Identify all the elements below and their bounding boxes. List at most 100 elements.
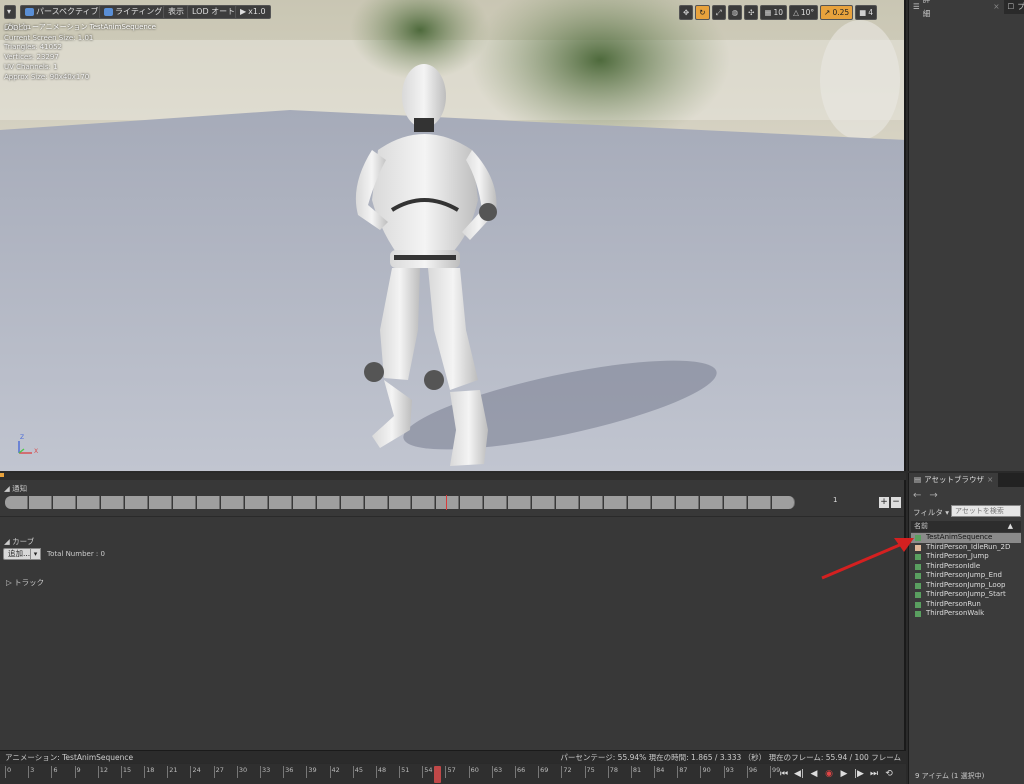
asset-list-item[interactable]: ThirdPersonJump_Loop — [911, 581, 1021, 591]
notify-track-segment[interactable] — [628, 496, 652, 509]
notify-track-segment[interactable] — [340, 496, 364, 509]
asset-browser-tab-label: アセットブラウザ — [924, 475, 984, 484]
back-arrow-icon[interactable]: ← — [913, 490, 921, 501]
rotation-snap-button[interactable]: △ 10° — [789, 5, 819, 20]
viewport-scene — [0, 0, 904, 471]
notify-track-segment[interactable] — [148, 496, 172, 509]
notify-track-segment[interactable] — [508, 496, 532, 509]
timeline-tick-mark — [260, 766, 261, 778]
notify-track-segment[interactable] — [700, 496, 724, 509]
notify-track-segment[interactable] — [388, 496, 412, 509]
notify-track-segment[interactable] — [172, 496, 196, 509]
scale-tool-button[interactable]: ⤢ — [711, 5, 726, 20]
add-curve-dropdown[interactable]: ▾ — [30, 548, 41, 560]
show-button[interactable]: 表示 — [163, 5, 189, 19]
asset-list-item[interactable]: ThirdPersonJump_Start — [911, 590, 1021, 600]
asset-browser-tabbar: ▤ アセットブラウザ × — [909, 473, 1024, 487]
scale-icon: ⤢ — [715, 8, 722, 17]
notify-track-segment[interactable] — [76, 496, 100, 509]
notify-track-segment[interactable] — [316, 496, 340, 509]
asset-list-item[interactable]: ThirdPersonJump_End — [911, 571, 1021, 581]
stat-triangles: Triangles: 41052 — [4, 43, 62, 52]
close-icon[interactable]: × — [993, 0, 999, 14]
asset-list-item[interactable]: ThirdPersonWalk — [911, 609, 1021, 619]
notify-track-segment[interactable] — [532, 496, 556, 509]
stat-uv-channels: UV Channels: 1 — [4, 62, 58, 71]
scale-snap-button[interactable]: ↗ 0.25 — [820, 5, 854, 20]
notify-track-segment[interactable] — [772, 496, 795, 509]
notify-section-header[interactable]: ◢ 通知 — [4, 483, 27, 494]
notify-track-segment[interactable] — [556, 496, 580, 509]
timeline-playhead[interactable] — [434, 766, 442, 783]
grid-snap-button[interactable]: ▦ 10 — [760, 5, 788, 20]
notify-track-segment[interactable] — [268, 496, 292, 509]
asset-browser-tab[interactable]: ▤ アセットブラウザ × — [909, 473, 999, 487]
notify-track-segment[interactable] — [244, 496, 268, 509]
asset-list-item[interactable]: TestAnimSequence — [911, 533, 1021, 543]
asset-search-input[interactable] — [951, 505, 1021, 517]
preview-viewport[interactable]: ▾ パースペクティブ ライティング 表示 LOD オート ▶ x1.0 プレビュー… — [0, 0, 906, 471]
notify-track-segment[interactable] — [28, 496, 52, 509]
notify-track-segment[interactable] — [436, 496, 460, 509]
notify-track-segment[interactable] — [652, 496, 676, 509]
animation-asset-icon — [915, 601, 921, 608]
notify-track-segment[interactable] — [748, 496, 772, 509]
add-notify-track-button[interactable]: + — [879, 497, 889, 508]
notify-track-segment[interactable] — [220, 496, 244, 509]
asset-column-header[interactable]: 名前 ▲ — [911, 521, 1021, 532]
notify-track-segment[interactable] — [100, 496, 124, 509]
translate-tool-button[interactable]: ✥ — [679, 5, 694, 20]
notify-track-segment[interactable] — [124, 496, 148, 509]
skip-back-icon: ⏮ — [779, 769, 789, 779]
notify-track-segment[interactable] — [5, 496, 28, 509]
perspective-button[interactable]: パースペクティブ — [20, 5, 104, 19]
notify-track-segment[interactable] — [52, 496, 76, 509]
filter-button[interactable]: フィルタ ▾ — [913, 507, 949, 518]
rotate-tool-button[interactable]: ↻ — [695, 5, 710, 20]
skip-to-end-button[interactable]: ⏭ — [868, 767, 880, 781]
notify-track-segment[interactable] — [724, 496, 748, 509]
lod-button[interactable]: LOD オート — [187, 5, 241, 19]
curves-section-header[interactable]: ◢ カーブ — [4, 536, 34, 547]
step-back-button[interactable]: ◀| — [793, 767, 805, 781]
close-icon[interactable]: × — [987, 473, 993, 487]
record-button[interactable]: ◉ — [823, 767, 835, 781]
notify-track-segment[interactable] — [676, 496, 700, 509]
lighting-button[interactable]: ライティング — [99, 5, 168, 19]
play-button[interactable]: ▶ — [838, 767, 850, 781]
skip-to-start-button[interactable]: ⏮ — [778, 767, 790, 781]
notify-track-segment[interactable] — [484, 496, 508, 509]
status-animation-name: アニメーション: TestAnimSequence — [5, 752, 134, 762]
notify-track-segment[interactable] — [604, 496, 628, 509]
loop-button[interactable]: ⟲ — [883, 767, 895, 781]
viewport-menu-button[interactable]: ▾ — [4, 5, 16, 19]
asset-list-item[interactable]: ThirdPersonIdle — [911, 562, 1021, 572]
stat-lod: LOD: 0 — [4, 24, 28, 32]
asset-list-item[interactable]: ThirdPerson_Jump — [911, 552, 1021, 562]
stat-vertices: Vertices: 23297 — [4, 53, 59, 62]
play-reverse-button[interactable]: ◀ — [808, 767, 820, 781]
timeline-tick-mark — [770, 766, 771, 778]
surface-snap-button[interactable]: ✣ — [744, 5, 759, 20]
world-local-button[interactable]: ◍ — [727, 5, 743, 20]
notify-track-segment[interactable] — [364, 496, 388, 509]
secondary-tab[interactable]: ☐ プ — [1003, 0, 1024, 14]
notify-track-segment[interactable] — [412, 496, 436, 509]
remove-notify-track-button[interactable]: − — [891, 497, 901, 508]
details-tab[interactable]: ☰詳細 × — [909, 0, 1004, 18]
forward-arrow-icon[interactable]: → — [929, 490, 937, 501]
animation-asset-icon — [915, 611, 921, 617]
notify-track-segment[interactable] — [292, 496, 316, 509]
asset-list-item[interactable]: ThirdPerson_IdleRun_2D — [911, 543, 1021, 553]
notify-track-segment[interactable] — [460, 496, 484, 509]
tracks-section-header[interactable]: ▷ トラック — [6, 577, 44, 588]
asset-list-item[interactable]: ThirdPersonRun — [911, 600, 1021, 610]
plus-icon: + — [880, 497, 888, 507]
playback-speed-button[interactable]: ▶ x1.0 — [235, 5, 271, 19]
notify-track-segment[interactable] — [580, 496, 604, 509]
camera-speed-button[interactable]: ■ 4 — [855, 5, 878, 20]
status-bar: アニメーション: TestAnimSequence パーセンテージ: 55.94… — [0, 750, 906, 763]
step-forward-button[interactable]: |▶ — [853, 767, 865, 781]
notify-track-segment[interactable] — [196, 496, 220, 509]
name-column-label: 名前 — [914, 522, 928, 530]
